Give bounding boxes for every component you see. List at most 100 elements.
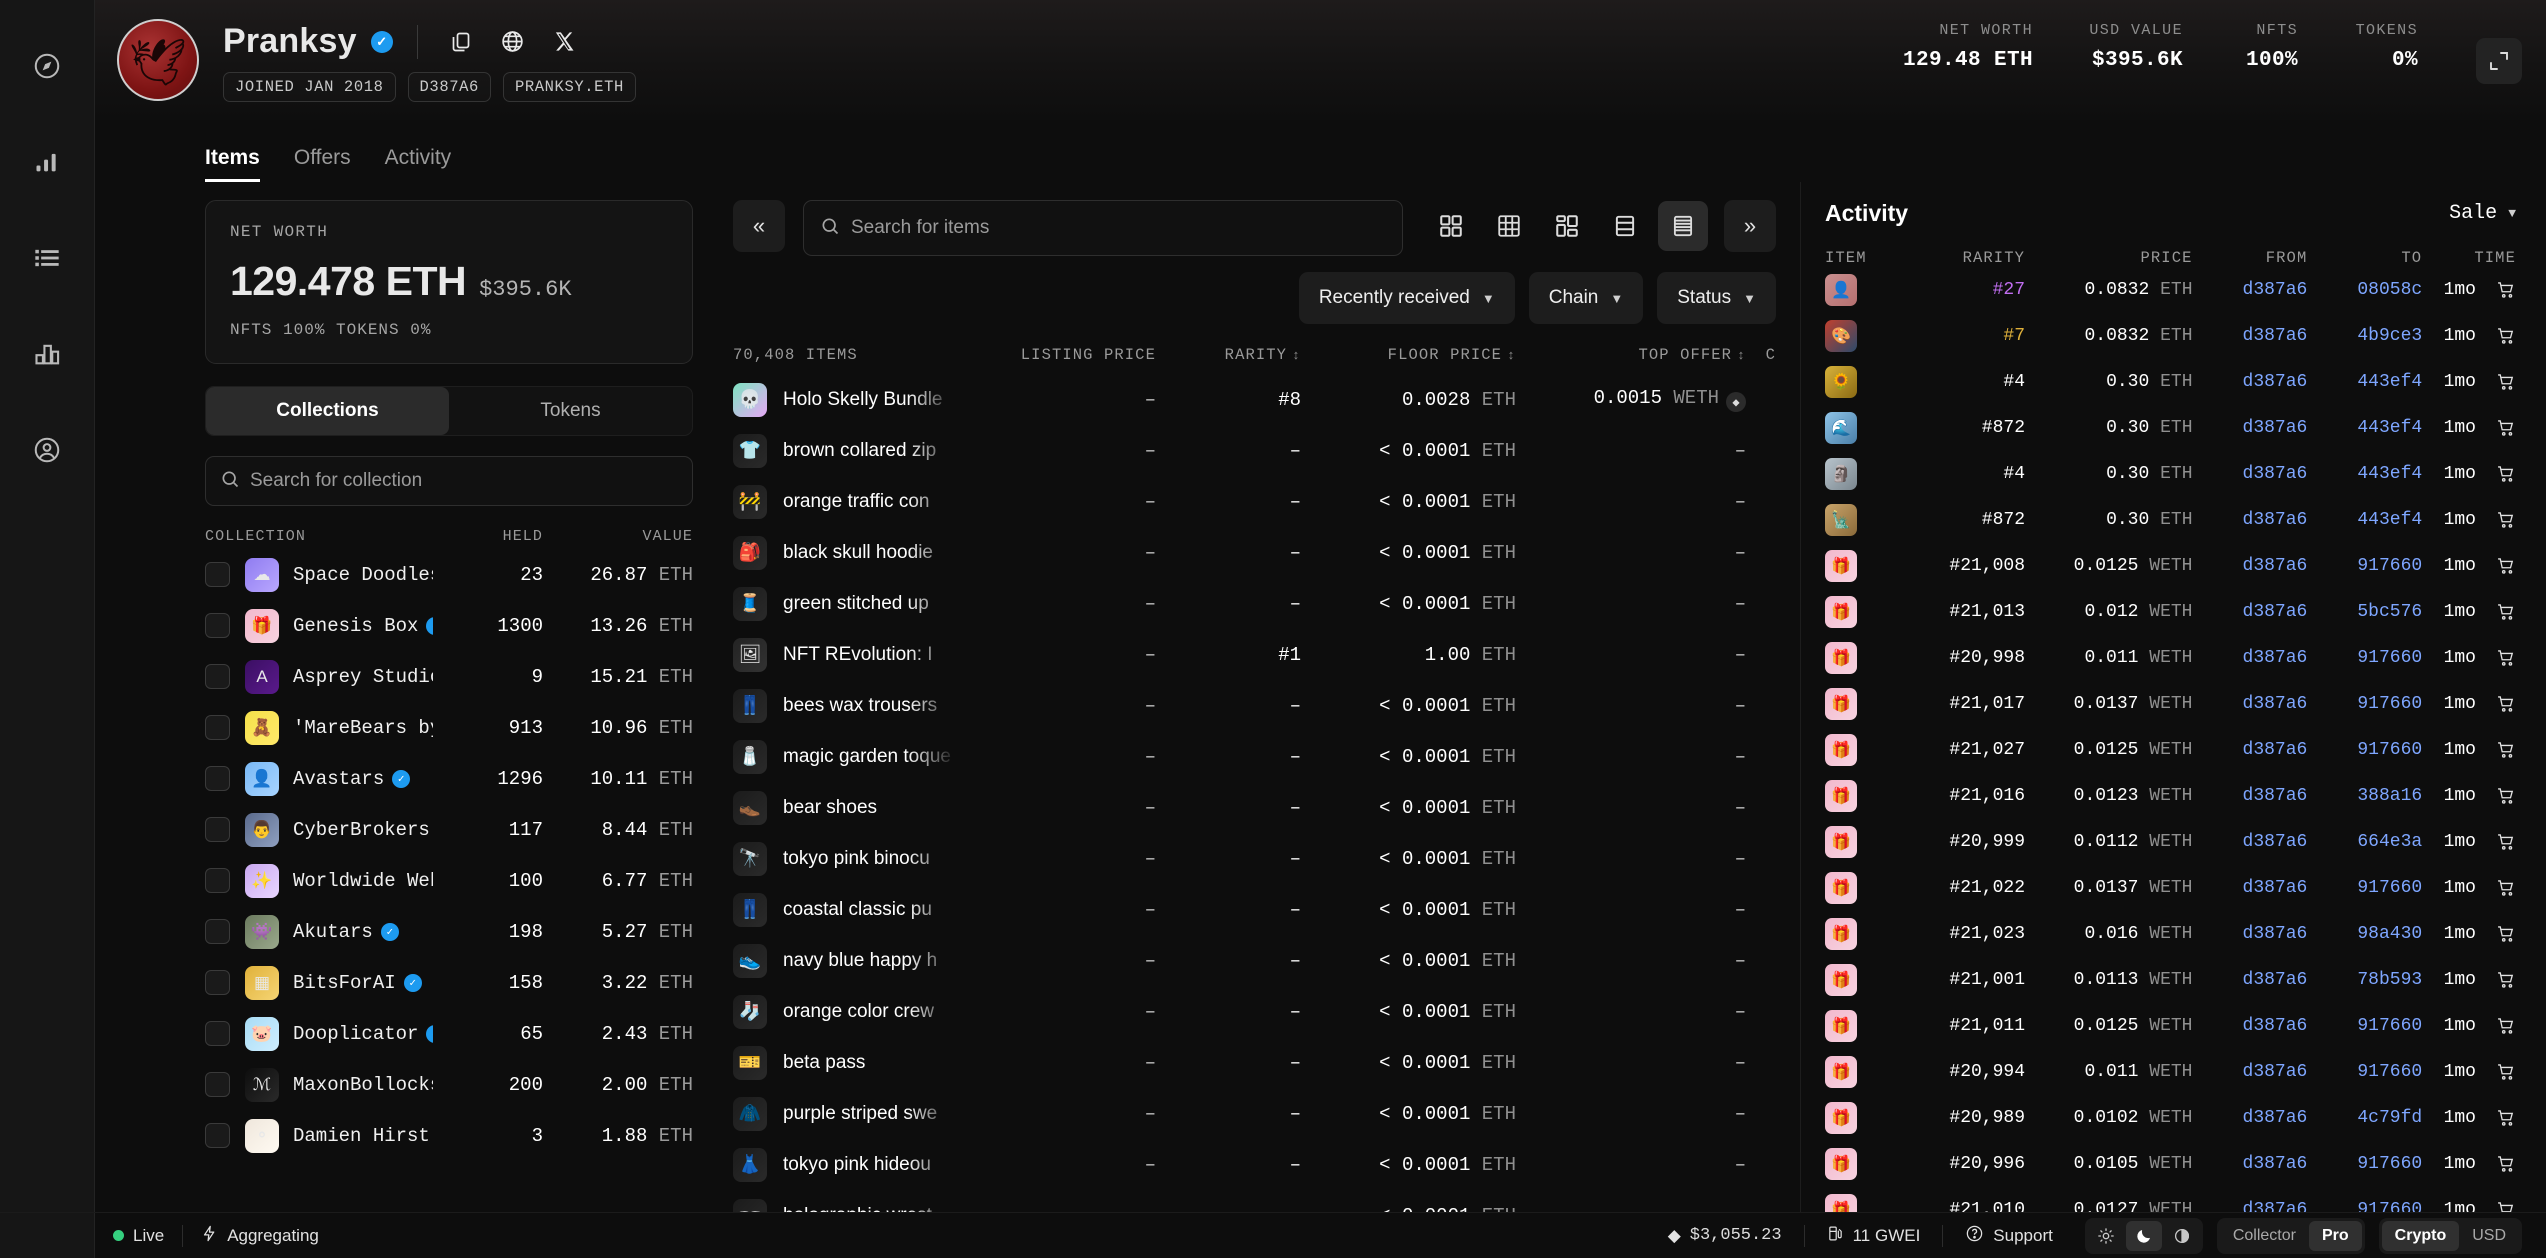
- collection-row[interactable]: ⚬ Damien Hirst …✓ 3 1.88 ETH: [205, 1110, 693, 1161]
- col-top-offer[interactable]: TOP OFFER ↕: [1516, 346, 1746, 364]
- status-filter[interactable]: Status ▼: [1657, 272, 1776, 324]
- cart-icon[interactable]: [2486, 1108, 2516, 1128]
- activity-to[interactable]: 917660: [2307, 1062, 2422, 1082]
- activity-from[interactable]: d387a6: [2193, 924, 2308, 944]
- activity-to[interactable]: 443ef4: [2307, 510, 2422, 530]
- tab-activity[interactable]: Activity: [385, 146, 452, 182]
- collection-row[interactable]: A Asprey Studio…✓ 9 15.21 ETH: [205, 651, 693, 702]
- list-icon[interactable]: [21, 232, 73, 284]
- collection-checkbox[interactable]: [205, 868, 230, 893]
- activity-from[interactable]: d387a6: [2193, 694, 2308, 714]
- chip-ens[interactable]: PRANKSY.ETH: [502, 71, 636, 102]
- activity-type-filter[interactable]: Sale ▼: [2449, 202, 2516, 225]
- moon-icon[interactable]: [2125, 1220, 2162, 1251]
- activity-from[interactable]: d387a6: [2193, 510, 2308, 530]
- activity-to[interactable]: 917660: [2307, 878, 2422, 898]
- item-row[interactable]: 👖 coastal classic pu – – < 0.0001 ETH –: [733, 884, 1776, 935]
- cart-icon[interactable]: [2486, 878, 2516, 898]
- collection-search[interactable]: [205, 456, 693, 506]
- list-rows-icon[interactable]: [1658, 201, 1708, 251]
- cart-icon[interactable]: [2486, 740, 2516, 760]
- item-row[interactable]: 👖 bees wax trousers – – < 0.0001 ETH –: [733, 680, 1776, 731]
- collection-row[interactable]: 🎁 Genesis Box ✓ 1300 13.26 ETH: [205, 600, 693, 651]
- item-row[interactable]: 🧥 purple striped swe – – < 0.0001 ETH –: [733, 1088, 1776, 1139]
- activity-row[interactable]: 🎁 #21,017 0.0137 WETH d387a6 917660 1mo: [1825, 681, 2516, 727]
- activity-to[interactable]: 917660: [2307, 1016, 2422, 1036]
- activity-row[interactable]: 👤 #27 0.0832 ETH d387a6 08058c 1mo: [1825, 267, 2516, 313]
- activity-row[interactable]: 🎁 #21,016 0.0123 WETH d387a6 388a16 1mo: [1825, 773, 2516, 819]
- activity-from[interactable]: d387a6: [2193, 556, 2308, 576]
- compass-icon[interactable]: [21, 40, 73, 92]
- item-row[interactable]: 🔭 tokyo pink binocu – – < 0.0001 ETH –: [733, 833, 1776, 884]
- item-row[interactable]: 🧂 magic garden toque – – < 0.0001 ETH –: [733, 731, 1776, 782]
- activity-from[interactable]: d387a6: [2193, 878, 2308, 898]
- website-icon[interactable]: [494, 23, 532, 61]
- item-row[interactable]: 👞 bear shoes – – < 0.0001 ETH –: [733, 782, 1776, 833]
- activity-to[interactable]: 4b9ce3: [2307, 326, 2422, 346]
- aggregating-status[interactable]: Aggregating: [183, 1224, 337, 1248]
- activity-from[interactable]: d387a6: [2193, 280, 2308, 300]
- activity-from[interactable]: d387a6: [2193, 648, 2308, 668]
- collection-checkbox[interactable]: [205, 919, 230, 944]
- expand-icon[interactable]: [2476, 38, 2522, 84]
- grid-large-icon[interactable]: [1426, 201, 1476, 251]
- activity-to[interactable]: 917660: [2307, 648, 2422, 668]
- chart-columns-icon[interactable]: [21, 328, 73, 380]
- cart-icon[interactable]: [2486, 970, 2516, 990]
- segment-collections[interactable]: Collections: [206, 387, 449, 435]
- collection-row[interactable]: 🐷 Dooplicator ✓ 65 2.43 ETH: [205, 1008, 693, 1059]
- cart-icon[interactable]: [2486, 694, 2516, 714]
- collection-row[interactable]: ▦ BitsForAI ✓ 158 3.22 ETH: [205, 957, 693, 1008]
- item-row[interactable]: 🧵 green stitched up – – < 0.0001 ETH –: [733, 578, 1776, 629]
- activity-row[interactable]: 🎁 #20,996 0.0105 WETH d387a6 917660 1mo: [1825, 1141, 2516, 1187]
- col-floor-price[interactable]: FLOOR PRICE ↕: [1301, 346, 1516, 364]
- collection-row[interactable]: ℳ MaxonBollocks 200 2.00 ETH: [205, 1059, 693, 1110]
- activity-to[interactable]: 443ef4: [2307, 464, 2422, 484]
- activity-to[interactable]: 98a430: [2307, 924, 2422, 944]
- collapse-sidebar-button[interactable]: «: [733, 200, 785, 252]
- activity-row[interactable]: 🎁 #21,027 0.0125 WETH d387a6 917660 1mo: [1825, 727, 2516, 773]
- collection-checkbox[interactable]: [205, 1021, 230, 1046]
- activity-row[interactable]: 🎁 #20,994 0.011 WETH d387a6 917660 1mo: [1825, 1049, 2516, 1095]
- item-row[interactable]: 💀 Holo Skelly Bundle – #8 0.0028 ETH 0.0015 W…: [733, 374, 1776, 425]
- activity-to[interactable]: 443ef4: [2307, 372, 2422, 392]
- collection-checkbox[interactable]: [205, 817, 230, 842]
- activity-row[interactable]: 🌊 #872 0.30 ETH d387a6 443ef4 1mo: [1825, 405, 2516, 451]
- activity-row[interactable]: 🎁 #20,999 0.0112 WETH d387a6 664e3a 1mo: [1825, 819, 2516, 865]
- activity-to[interactable]: 5bc576: [2307, 602, 2422, 622]
- activity-row[interactable]: 🎁 #21,022 0.0137 WETH d387a6 917660 1mo: [1825, 865, 2516, 911]
- list-compact-icon[interactable]: [1600, 201, 1650, 251]
- item-row[interactable]: 👗 tokyo pink hideou – – < 0.0001 ETH –: [733, 1139, 1776, 1190]
- user-circle-icon[interactable]: [21, 424, 73, 476]
- avatar[interactable]: 🕊: [117, 19, 199, 101]
- item-row[interactable]: 🧦 orange color crew – – < 0.0001 ETH –: [733, 986, 1776, 1037]
- collection-row[interactable]: 👤 Avastars ✓ 1296 10.11 ETH: [205, 753, 693, 804]
- collection-checkbox[interactable]: [205, 613, 230, 638]
- cart-icon[interactable]: [2486, 326, 2516, 346]
- cart-icon[interactable]: [2486, 924, 2516, 944]
- collection-row[interactable]: 👨 CyberBrokers✓ 117 8.44 ETH: [205, 804, 693, 855]
- activity-to[interactable]: 917660: [2307, 556, 2422, 576]
- item-row[interactable]: 🖼 NFT REvolution: I – #1 1.00 ETH –: [733, 629, 1776, 680]
- activity-from[interactable]: d387a6: [2193, 1016, 2308, 1036]
- activity-from[interactable]: d387a6: [2193, 970, 2308, 990]
- cart-icon[interactable]: [2486, 510, 2516, 530]
- activity-row[interactable]: 🎁 #21,008 0.0125 WETH d387a6 917660 1mo: [1825, 543, 2516, 589]
- activity-to[interactable]: 443ef4: [2307, 418, 2422, 438]
- live-status[interactable]: Live: [95, 1226, 182, 1246]
- activity-from[interactable]: d387a6: [2193, 372, 2308, 392]
- collection-checkbox[interactable]: [205, 1072, 230, 1097]
- col-rarity[interactable]: RARITY ↕: [1156, 346, 1301, 364]
- cart-icon[interactable]: [2486, 372, 2516, 392]
- cart-icon[interactable]: [2486, 1062, 2516, 1082]
- cart-icon[interactable]: [2486, 418, 2516, 438]
- collection-row[interactable]: ✨ Worldwide Web…✓ 100 6.77 ETH: [205, 855, 693, 906]
- activity-from[interactable]: d387a6: [2193, 464, 2308, 484]
- activity-row[interactable]: 🎁 #20,998 0.011 WETH d387a6 917660 1mo: [1825, 635, 2516, 681]
- bar-chart-icon[interactable]: [21, 136, 73, 188]
- contrast-icon[interactable]: [2164, 1221, 2200, 1251]
- activity-to[interactable]: 08058c: [2307, 280, 2422, 300]
- copy-icon[interactable]: [442, 23, 480, 61]
- segment-tokens[interactable]: Tokens: [449, 387, 692, 435]
- chain-filter[interactable]: Chain ▼: [1528, 272, 1644, 324]
